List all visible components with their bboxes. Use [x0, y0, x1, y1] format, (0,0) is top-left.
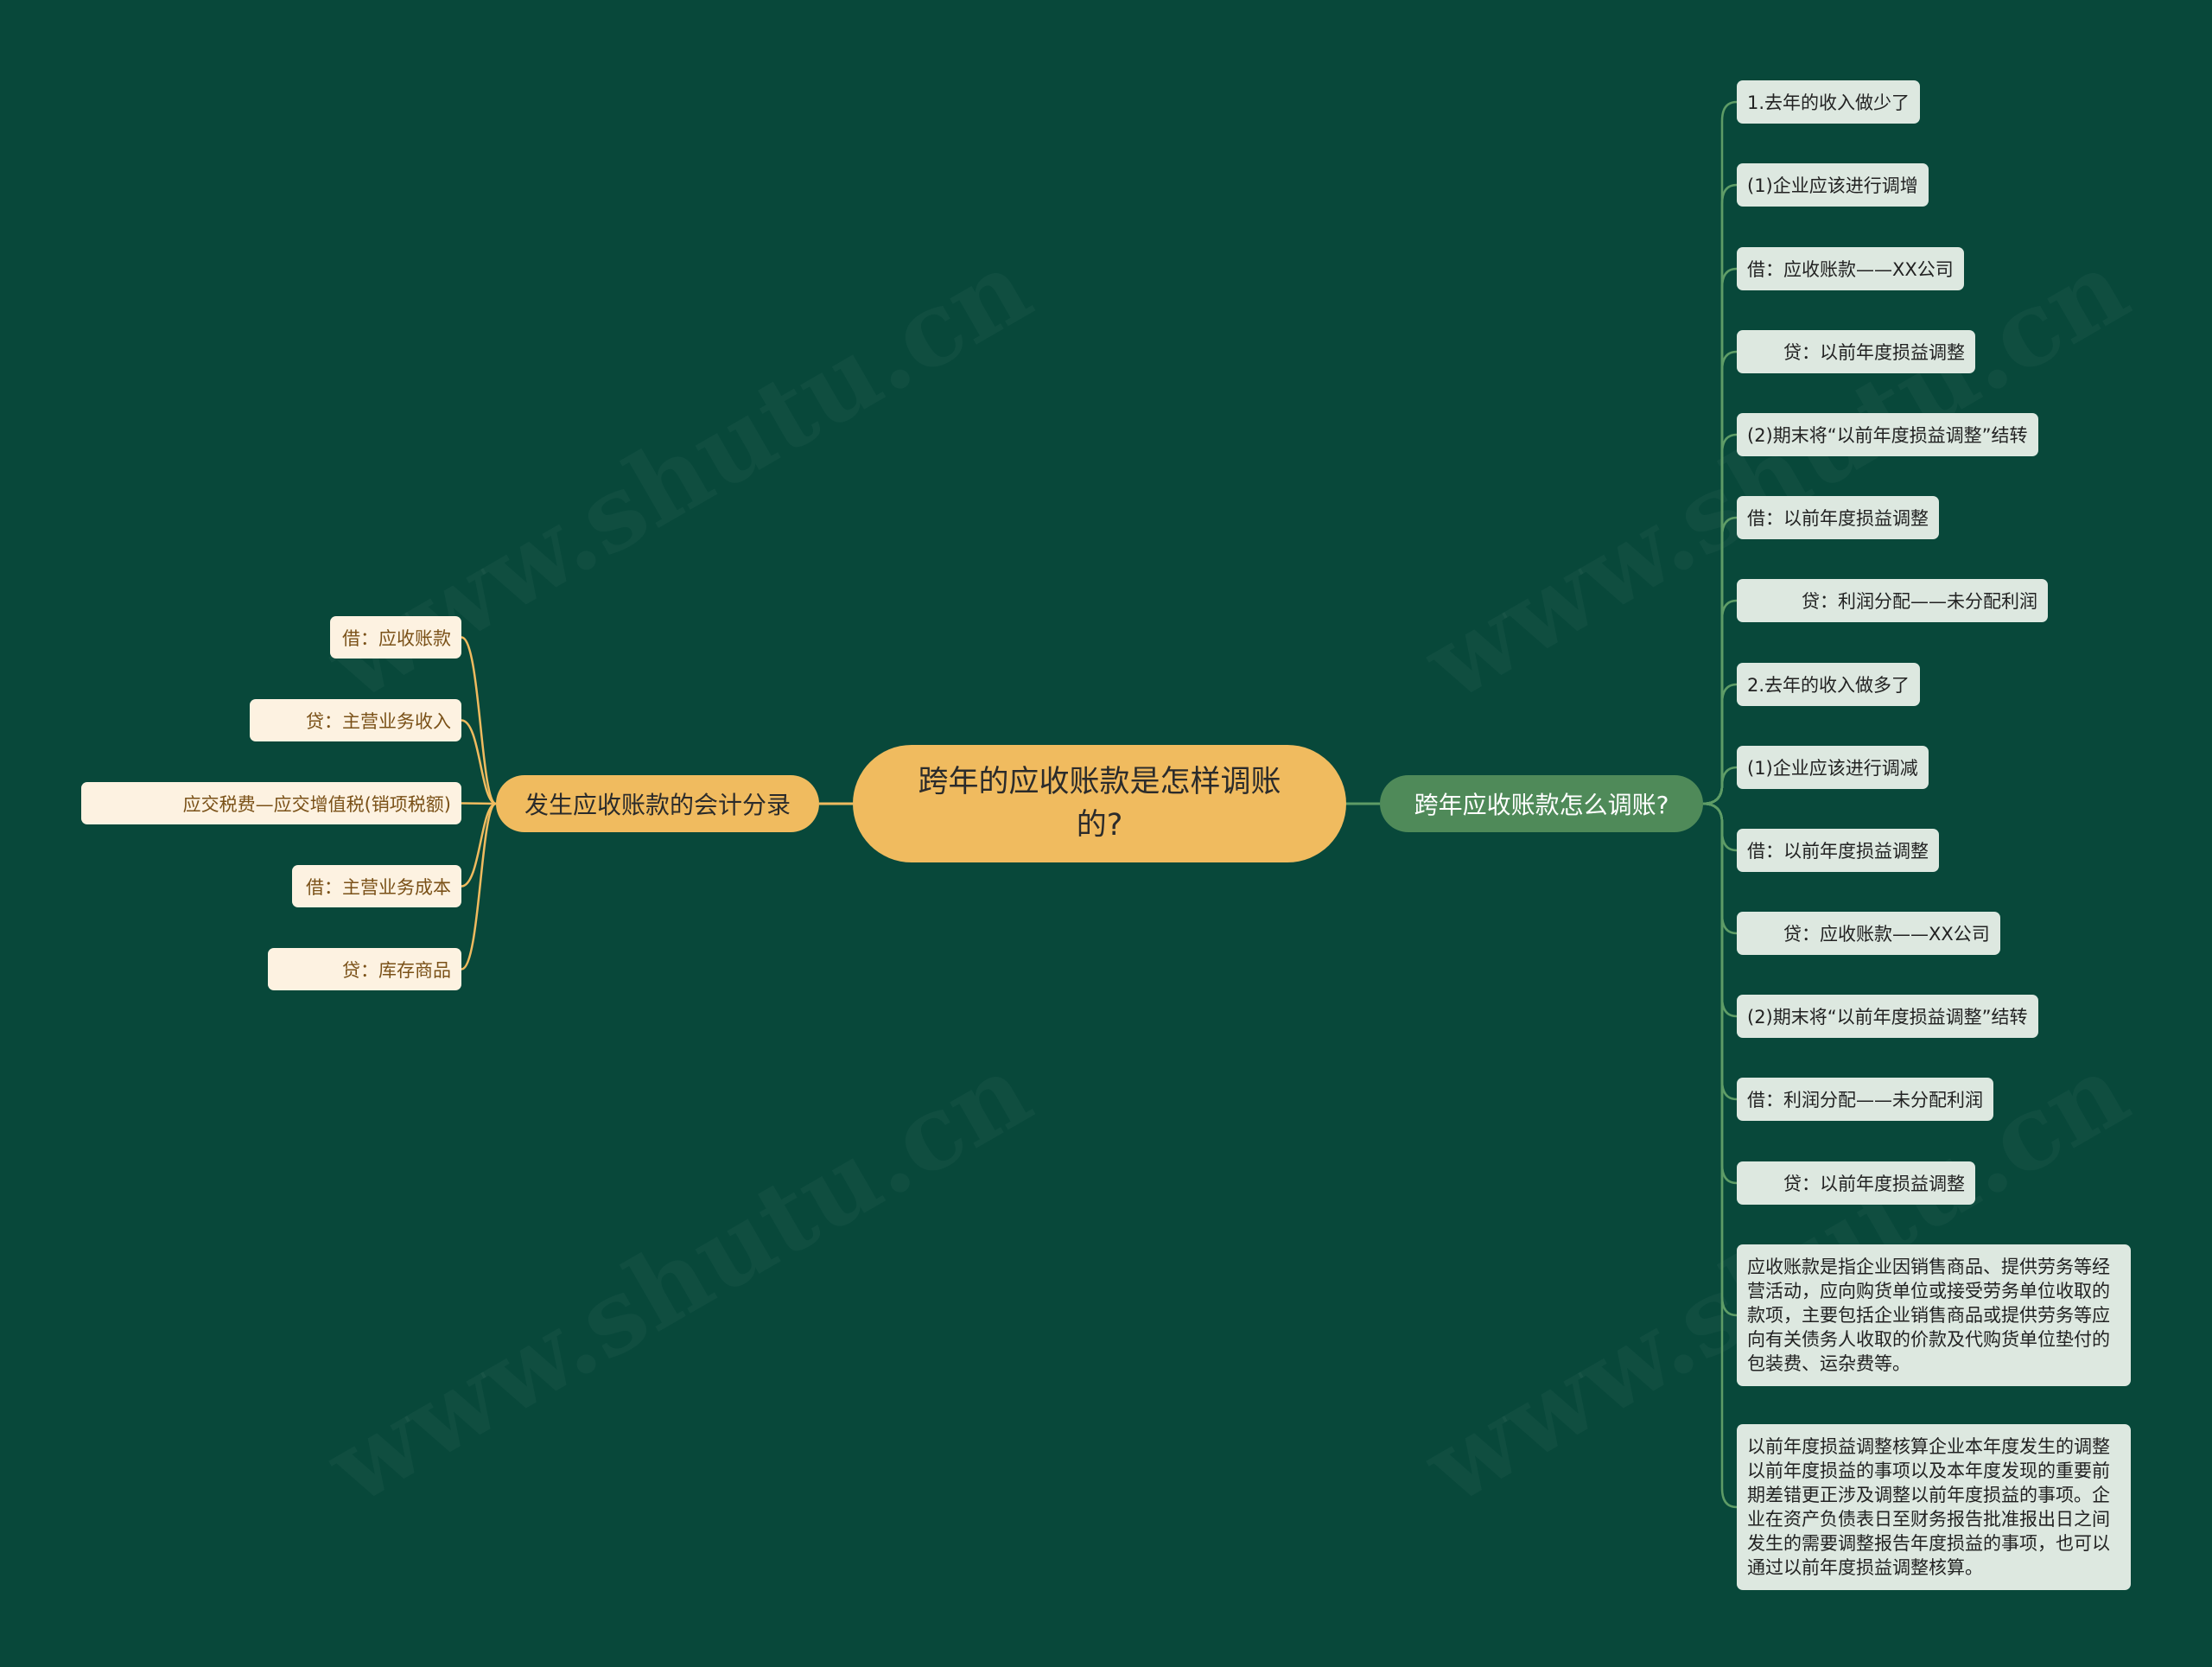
- right-leaf[interactable]: 2.去年的收入做多了: [1737, 663, 1921, 706]
- right-leaf-paragraph[interactable]: 应收账款是指企业因销售商品、提供劳务等经营活动，应向购货单位或接受劳务单位收取的…: [1737, 1244, 2131, 1386]
- left-leaf[interactable]: 贷：库存商品: [268, 948, 461, 990]
- right-leaf[interactable]: 借：利润分配——未分配利润: [1737, 1078, 1993, 1121]
- left-leaf[interactable]: 借：应收账款: [330, 616, 461, 659]
- right-leaf-paragraph[interactable]: 以前年度损益调整核算企业本年度发生的调整以前年度损益的事项以及本年度发现的重要前…: [1737, 1424, 2131, 1590]
- right-leaf-link: [1702, 100, 1738, 805]
- root-topic[interactable]: 跨年的应收账款是怎样调账的?: [853, 745, 1346, 862]
- right-leaf[interactable]: 贷：利润分配——未分配利润: [1737, 579, 2048, 622]
- right-leaf[interactable]: 借：应收账款——XX公司: [1737, 247, 1964, 290]
- left-leaf-link: [461, 802, 497, 888]
- left-leaf-link: [461, 719, 497, 805]
- right-leaf[interactable]: 1.去年的收入做少了: [1737, 80, 1921, 124]
- right-leaf[interactable]: 贷：以前年度损益调整: [1737, 1161, 1975, 1205]
- branch-label: 发生应收账款的会计分录: [524, 791, 791, 819]
- right-leaf-link: [1702, 516, 1738, 805]
- right-leaf[interactable]: 借：以前年度损益调整: [1737, 496, 1939, 539]
- right-leaf[interactable]: 借：以前年度损益调整: [1737, 829, 1939, 872]
- left-leaf-link: [461, 802, 497, 970]
- right-leaf-link: [1702, 183, 1738, 805]
- left-leaf-link: [461, 802, 497, 805]
- right-leaf-link: [1702, 802, 1738, 935]
- right-leaf[interactable]: (2)期末将“以前年度损益调整”结转: [1737, 995, 2038, 1038]
- branch-adjust-receivables[interactable]: 跨年应收账款怎么调账?: [1380, 775, 1703, 832]
- right-leaf-link: [1702, 802, 1738, 1509]
- right-leaf[interactable]: 贷：应收账款——XX公司: [1737, 912, 2000, 955]
- right-leaf-link: [1702, 802, 1738, 1317]
- right-leaf[interactable]: 贷：以前年度损益调整: [1737, 330, 1975, 373]
- branch-accounting-entries[interactable]: 发生应收账款的会计分录: [496, 775, 819, 832]
- root-title: 跨年的应收账款是怎样调账的?: [918, 765, 1281, 843]
- right-leaf-link: [1702, 433, 1738, 805]
- right-leaf[interactable]: (1)企业应该进行调增: [1737, 163, 1929, 207]
- right-leaf-link: [1702, 766, 1738, 805]
- branch-label: 跨年应收账款怎么调账?: [1414, 791, 1669, 819]
- right-leaf[interactable]: (1)企业应该进行调减: [1737, 746, 1929, 789]
- right-leaf-link: [1702, 683, 1738, 805]
- right-leaf-link: [1702, 802, 1738, 1101]
- left-leaf[interactable]: 应交税费—应交增值税(销项税额): [81, 782, 461, 824]
- left-leaf[interactable]: 贷：主营业务收入: [250, 699, 461, 741]
- right-leaf[interactable]: (2)期末将“以前年度损益调整”结转: [1737, 413, 2038, 456]
- left-leaf-link: [461, 636, 497, 805]
- right-leaf-link: [1702, 802, 1738, 1185]
- right-leaf-link: [1702, 802, 1738, 1018]
- right-leaf-link: [1702, 599, 1738, 805]
- left-leaf[interactable]: 借：主营业务成本: [292, 865, 461, 907]
- right-leaf-link: [1702, 267, 1738, 805]
- right-leaf-link: [1702, 350, 1738, 805]
